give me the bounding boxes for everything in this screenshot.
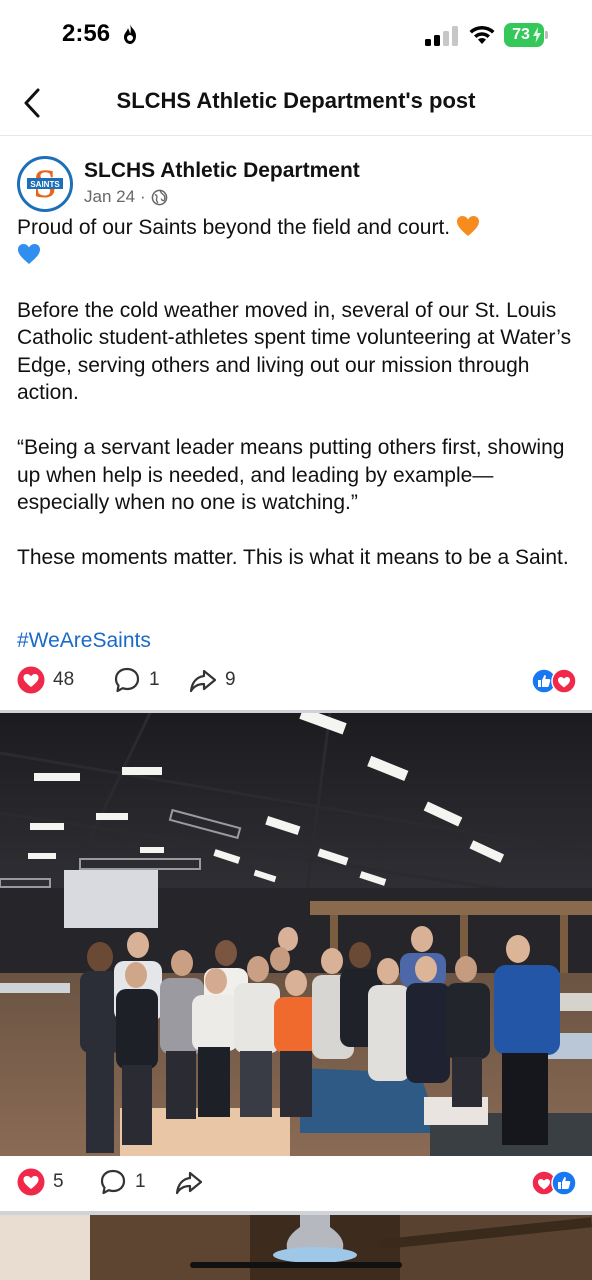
- author-name[interactable]: SLCHS Athletic Department: [84, 159, 360, 183]
- like-count: 48: [53, 669, 75, 690]
- heart-reaction-icon: [17, 666, 45, 694]
- home-indicator: [190, 1262, 402, 1268]
- photo-like-count: 5: [53, 1171, 64, 1192]
- flame-icon: [124, 24, 136, 44]
- post-paragraph: Proud of our Saints beyond the field and…: [17, 214, 577, 269]
- post-meta: Jan 24 ·: [84, 187, 168, 207]
- page-header: SLCHS Athletic Department's post: [0, 70, 592, 136]
- heart-reaction-icon: [17, 1168, 45, 1196]
- comment-button[interactable]: 1: [113, 666, 160, 694]
- reaction-summary-icon[interactable]: [531, 1170, 577, 1196]
- group-photo-image: [0, 713, 592, 1156]
- next-photo-image: [0, 1215, 592, 1280]
- status-time: 2:56: [62, 20, 111, 47]
- cellular-signal-icon: [425, 26, 458, 46]
- battery-level: 73: [512, 26, 530, 43]
- orange-heart-emoji-icon: [456, 216, 479, 236]
- next-photo[interactable]: [0, 1215, 592, 1280]
- photo-like-button[interactable]: 5: [17, 1168, 64, 1196]
- post-reactions-bar: 48 1 9: [17, 666, 577, 696]
- post-date[interactable]: Jan 24: [84, 187, 135, 207]
- photo-reactions-bar: 5 1: [17, 1168, 577, 1198]
- saints-logo-icon: S SAINTS: [21, 160, 69, 208]
- blue-heart-emoji-icon: [18, 243, 40, 264]
- post-paragraph: “Being a servant leader means putting ot…: [17, 436, 565, 514]
- meta-separator: ·: [140, 187, 146, 206]
- hashtag-link[interactable]: #WeAreSaints: [17, 629, 151, 653]
- post-photo[interactable]: [0, 713, 592, 1156]
- comment-bubble-icon: [100, 1169, 126, 1195]
- reaction-summary-icon[interactable]: [531, 668, 577, 694]
- post-paragraph: These moments matter. This is what it me…: [17, 546, 569, 569]
- status-bar: 2:56 73: [0, 0, 592, 70]
- page-title: SLCHS Athletic Department's post: [116, 88, 476, 113]
- post-text: Proud of our Saints beyond the field and…: [17, 214, 577, 572]
- share-arrow-icon: [189, 669, 217, 693]
- wifi-icon: [469, 25, 495, 44]
- comment-count: 1: [149, 669, 160, 690]
- comment-bubble-icon: [114, 667, 140, 693]
- like-button[interactable]: 48: [17, 666, 74, 694]
- photo-share-button[interactable]: [175, 1168, 203, 1196]
- battery-indicator: 73: [504, 23, 548, 47]
- charging-bolt-icon: [533, 27, 541, 43]
- share-count: 9: [225, 669, 236, 690]
- avatar-logo-text: SAINTS: [30, 180, 60, 189]
- photo-comment-count: 1: [135, 1171, 146, 1192]
- author-avatar[interactable]: S SAINTS: [17, 156, 73, 212]
- globe-icon: [151, 189, 168, 205]
- share-button[interactable]: 9: [189, 666, 236, 694]
- share-arrow-icon: [175, 1171, 203, 1195]
- post-paragraph: Before the cold weather moved in, severa…: [17, 298, 572, 405]
- photo-comment-button[interactable]: 1: [99, 1168, 146, 1196]
